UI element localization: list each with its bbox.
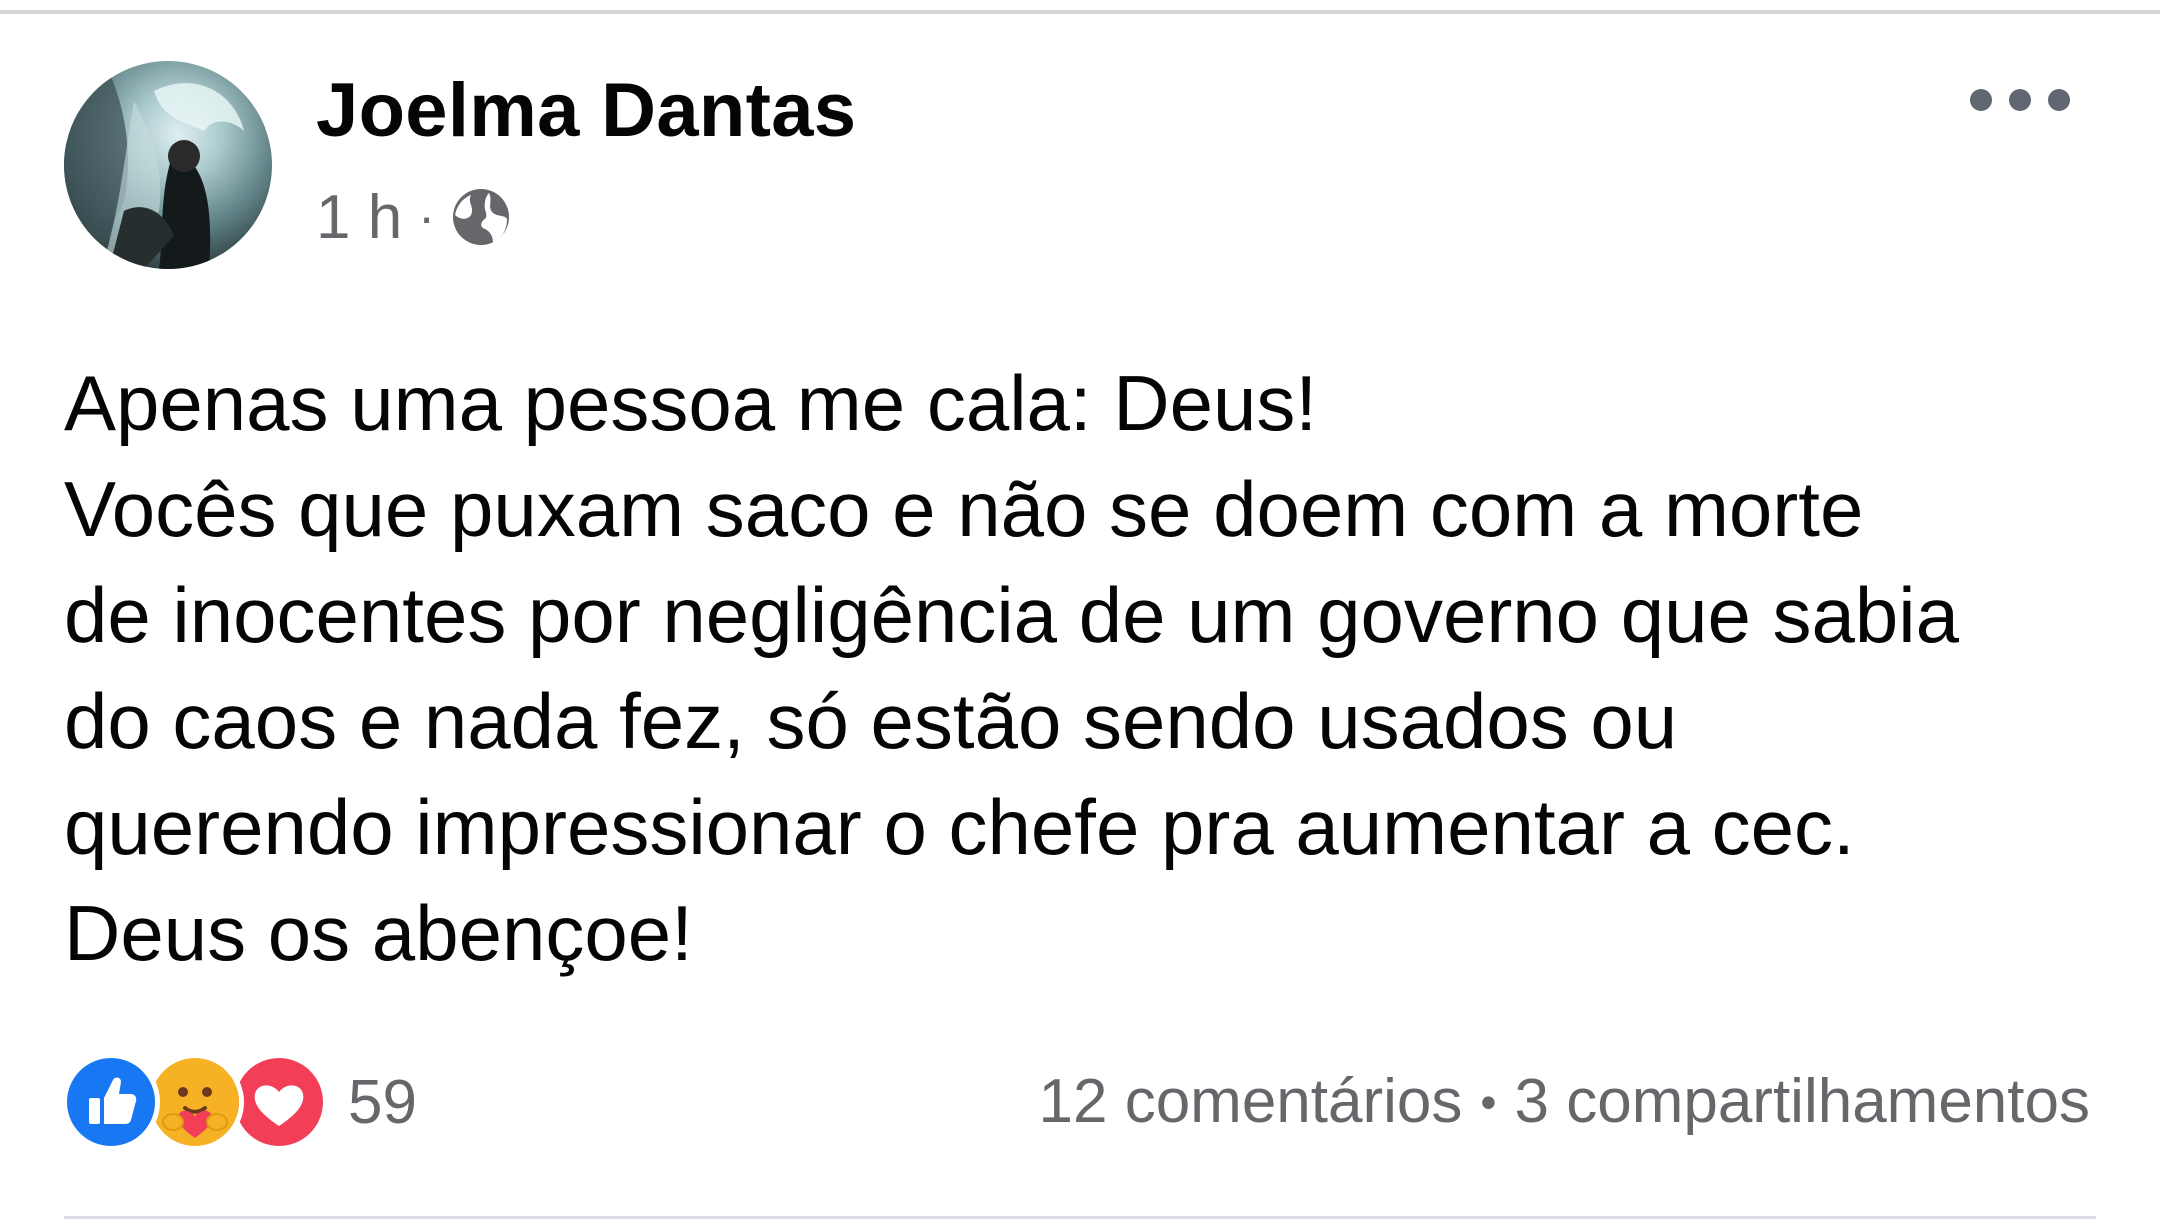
more-options-icon[interactable]: [1970, 80, 2070, 120]
reactions-summary[interactable]: 59: [62, 1053, 417, 1151]
author-name[interactable]: Joelma Dantas: [316, 66, 856, 156]
globe-icon: [452, 189, 509, 245]
post-time[interactable]: 1 h: [316, 182, 402, 253]
care-icon: [146, 1053, 244, 1151]
engagement-separator: •: [1480, 1075, 1497, 1128]
love-icon: [230, 1053, 328, 1151]
author-avatar[interactable]: [64, 61, 272, 269]
like-icon: [62, 1053, 160, 1151]
shares-count-link[interactable]: 3 compartilhamentos: [1515, 1066, 2091, 1137]
post-text-line: querendo impressionar o chefe pra aument…: [64, 783, 1855, 871]
post-text-line: Deus os abençoe!: [64, 889, 693, 977]
post-meta: 1 h ·: [316, 181, 513, 253]
comments-count-link[interactable]: 12 comentários: [1039, 1066, 1463, 1137]
post-text: Apenas uma pessoa me cala: Deus! Vocês q…: [64, 350, 2124, 986]
bottom-divider: [64, 1216, 2096, 1219]
post-text-line: Vocês que puxam saco e não se doem com a…: [64, 465, 1864, 553]
post-text-line: Apenas uma pessoa me cala: Deus!: [64, 359, 1318, 447]
facebook-post: Joelma Dantas 1 h · Apenas uma pessoa me…: [0, 0, 2160, 1232]
post-text-line: de inocentes por negligência de um gover…: [64, 571, 1960, 659]
top-divider: [0, 10, 2160, 14]
meta-separator: ·: [418, 189, 435, 245]
avatar-image: [64, 61, 244, 269]
reaction-count: 59: [348, 1067, 417, 1137]
engagement-summary: 12 comentários • 3 compartilhamentos: [1039, 1066, 2091, 1137]
post-text-line: do caos e nada fez, só estão sendo usado…: [64, 677, 1678, 765]
